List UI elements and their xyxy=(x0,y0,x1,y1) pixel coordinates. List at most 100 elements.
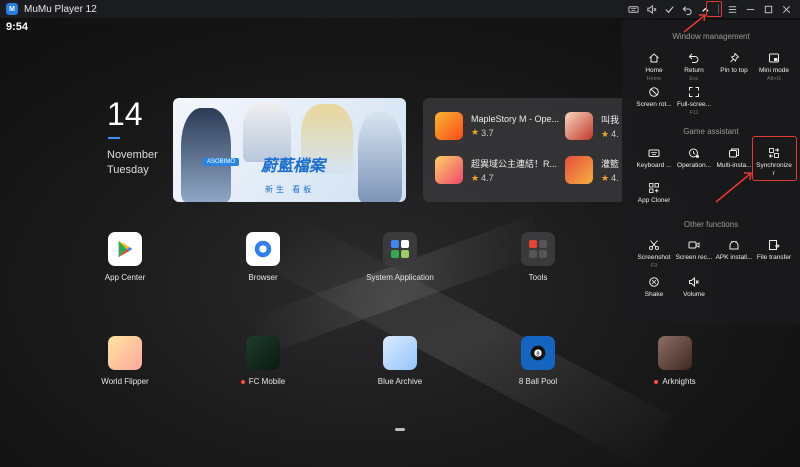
app-cloner-button[interactable]: App Cloner xyxy=(632,182,676,205)
shake-icon xyxy=(649,277,659,287)
section-title-other-functions: Other functions xyxy=(683,220,739,229)
game-name: 叫我 xyxy=(601,114,620,125)
multi-instance-icon xyxy=(729,148,739,158)
game-item[interactable]: 灌籃 ★ 4. xyxy=(565,156,619,184)
fc-mobile-icon xyxy=(246,336,280,370)
volume-mute-icon xyxy=(689,276,699,288)
star-icon: ★ xyxy=(601,128,610,139)
new-badge xyxy=(654,379,659,384)
system-application-folder[interactable]: System Application xyxy=(355,232,445,282)
annotation-arrow-top xyxy=(683,14,706,33)
8-ball-pool-app[interactable]: 8 8 Ball Pool xyxy=(493,336,583,386)
apk-install-label: APK install... xyxy=(715,254,753,261)
arknights-app[interactable]: Arknights xyxy=(630,336,720,386)
date-accent-line xyxy=(108,137,120,139)
screen-record-button[interactable]: Screen rec... xyxy=(672,239,716,262)
return-shortcut: Esc xyxy=(689,76,699,82)
banner-character xyxy=(358,112,402,202)
screenshot-shortcut: F9 xyxy=(650,263,658,269)
app-label: 8 Ball Pool xyxy=(518,377,558,386)
game-item[interactable]: MapleStory M - Ope... ★ 3.7 xyxy=(435,112,559,140)
synchronizer-highlight xyxy=(752,136,797,181)
maximize-icon[interactable] xyxy=(760,1,776,17)
app-label: App Center xyxy=(104,273,146,282)
fullscreen-label: Full-scree... xyxy=(677,101,711,108)
fullscreen-button[interactable]: Full-scree... F11 xyxy=(672,86,716,116)
date-day-number: 14 xyxy=(107,96,143,132)
screen-rotation-label: Screen rot... xyxy=(636,101,672,108)
close-icon[interactable] xyxy=(778,1,794,17)
keyboard-mapping-label: Keyboard ... xyxy=(636,162,672,169)
app-label: Arknights xyxy=(654,377,696,386)
app-label: Tools xyxy=(528,273,548,282)
apk-icon xyxy=(729,240,739,250)
fc-mobile-app[interactable]: FC Mobile xyxy=(218,336,308,386)
browser-icon xyxy=(246,232,280,266)
featured-banner[interactable]: ASOBIMO 蔚藍檔案 新生 看板 xyxy=(173,98,406,202)
app-label: FC Mobile xyxy=(240,377,285,386)
tools-folder[interactable]: Tools xyxy=(493,232,583,282)
section-title-game-assistant: Game assistant xyxy=(683,127,739,136)
menu-icon[interactable] xyxy=(724,1,740,17)
game-rating: ★ 4. xyxy=(601,128,619,140)
scissors-icon xyxy=(648,240,660,251)
file-transfer-button[interactable]: File transfer xyxy=(752,239,796,262)
maplestory-icon xyxy=(435,112,463,140)
volume-button[interactable]: Volume xyxy=(672,276,716,299)
game-name: 灌籃 xyxy=(601,158,620,169)
operation-recorder-label: Operation... xyxy=(677,162,711,169)
fullscreen-shortcut: F11 xyxy=(689,110,699,116)
minimize-icon[interactable] xyxy=(742,1,758,17)
home-button[interactable]: Home Home xyxy=(632,52,676,82)
operation-recorder-button[interactable]: Operation... xyxy=(672,147,716,170)
mini-mode-shortcut: Alt+G xyxy=(767,76,781,82)
star-icon: ★ xyxy=(601,172,610,183)
file-transfer-label: File transfer xyxy=(756,254,792,261)
app-label: World Flipper xyxy=(101,377,149,386)
game-item[interactable]: 超異域公主連結！R... ★ 4.7 xyxy=(435,156,557,184)
pin-to-top-label: Pin to top xyxy=(720,67,748,74)
volume-mute-icon[interactable] xyxy=(643,1,659,17)
annotation-arrow-sync xyxy=(715,172,752,203)
keyboard-mapping-button[interactable]: Keyboard ... xyxy=(632,147,676,170)
pin-to-top-button[interactable]: Pin to top xyxy=(712,52,756,75)
world-flipper-app[interactable]: World Flipper xyxy=(80,336,170,386)
system-folder-icon xyxy=(383,232,417,266)
title-bar: M MuMu Player 12 xyxy=(0,0,800,18)
svg-text:8: 8 xyxy=(536,351,540,357)
8-ball-pool-icon: 8 xyxy=(521,336,555,370)
mini-mode-label: Mini mode xyxy=(759,67,789,74)
app-center-app[interactable]: App Center xyxy=(80,232,170,282)
home-indicator[interactable] xyxy=(395,428,405,431)
mini-mode-icon xyxy=(769,53,779,63)
mini-mode-button[interactable]: Mini mode Alt+G xyxy=(752,52,796,82)
recommended-games-card: MapleStory M - Ope... ★ 3.7 叫我 ★ 4. 超異域公主連… xyxy=(423,98,633,202)
browser-app[interactable]: Browser xyxy=(218,232,308,282)
multi-instance-button[interactable]: Multi-insta... xyxy=(712,147,756,170)
return-label: Return xyxy=(684,67,704,74)
app-label: System Application xyxy=(366,273,434,282)
app-cloner-label: App Cloner xyxy=(637,197,671,204)
window-title: MuMu Player 12 xyxy=(24,3,97,15)
status-bar-time: 9:54 xyxy=(6,21,29,33)
blue-archive-app[interactable]: Blue Archive xyxy=(355,336,445,386)
file-transfer-icon xyxy=(769,240,780,250)
checkmark-icon[interactable] xyxy=(661,1,677,17)
apk-install-button[interactable]: APK install... xyxy=(712,239,756,262)
star-icon: ★ xyxy=(471,127,480,137)
section-title-window-management: Window management xyxy=(672,32,750,41)
return-button[interactable]: Return Esc xyxy=(672,52,716,82)
app-label: Blue Archive xyxy=(377,377,423,386)
slam-dunk-icon xyxy=(565,156,593,184)
screen-rotation-button[interactable]: Screen rot... xyxy=(632,86,676,109)
keyboard-icon[interactable] xyxy=(625,1,641,17)
fullscreen-icon xyxy=(689,87,699,97)
game-item[interactable]: 叫我 ★ 4. xyxy=(565,112,619,140)
screenshot-button[interactable]: Screenshot F9 xyxy=(632,239,676,269)
volume-label: Volume xyxy=(683,291,705,298)
shake-button[interactable]: Shake xyxy=(632,276,676,299)
shake-label: Shake xyxy=(644,291,664,298)
home-icon xyxy=(649,53,659,63)
world-flipper-icon xyxy=(108,336,142,370)
star-icon: ★ xyxy=(471,172,480,183)
